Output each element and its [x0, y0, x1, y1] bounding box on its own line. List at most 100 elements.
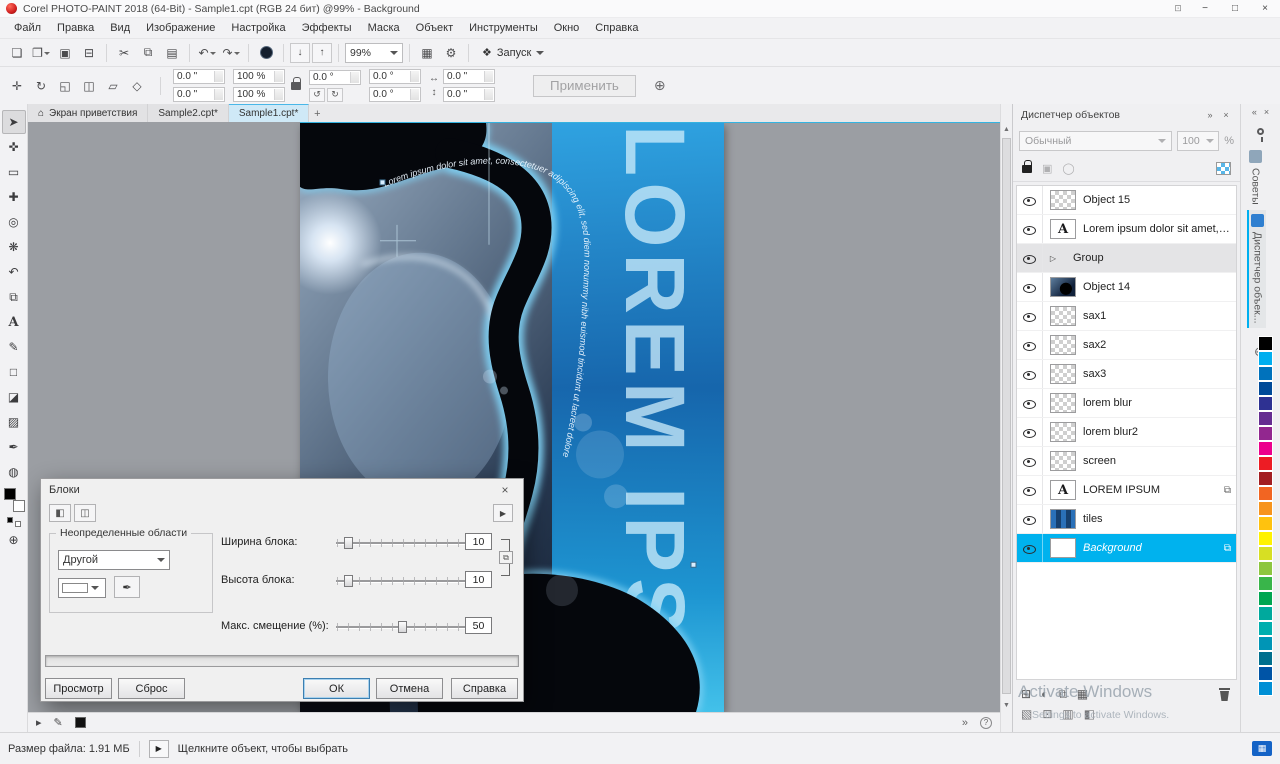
mask-overlay-icon[interactable] — [255, 42, 277, 64]
preview-dual-icon[interactable]: ◫ — [74, 504, 96, 522]
docker-tab-tips[interactable]: Советы — [1247, 146, 1264, 209]
menu-object[interactable]: Объект — [408, 20, 461, 36]
create-mask-icon[interactable]: ▧ — [1021, 707, 1032, 721]
visibility-eye-icon[interactable] — [1017, 331, 1043, 359]
offset-slider[interactable] — [336, 620, 469, 634]
undo-icon[interactable]: ↶ — [196, 42, 218, 64]
palette-color-swatch[interactable] — [1258, 681, 1273, 696]
palette-color-swatch[interactable] — [1258, 396, 1273, 411]
palette-color-swatch[interactable] — [1258, 336, 1273, 351]
opacity-spinner[interactable]: 100 — [1177, 131, 1219, 151]
palette-color-swatch[interactable] — [1258, 666, 1273, 681]
save-icon[interactable]: ▣ — [54, 42, 76, 64]
tab-welcome[interactable]: ⌂ Экран приветствия — [28, 104, 148, 122]
scale-height-spinner[interactable]: 100 % — [233, 87, 285, 102]
open-icon[interactable]: ❐ — [30, 42, 52, 64]
palette-color-swatch[interactable] — [1258, 471, 1273, 486]
object-row[interactable]: Object 15 — [1017, 186, 1236, 215]
menu-image[interactable]: Изображение — [138, 20, 223, 36]
object-row-group[interactable]: ▷ Group — [1017, 244, 1236, 273]
titlebar-pin-icon[interactable]: ⊡ — [1166, 0, 1190, 18]
menu-tools[interactable]: Инструменты — [461, 20, 546, 36]
palette-color-swatch[interactable] — [1258, 411, 1273, 426]
clip-mask-button-icon[interactable]: ⊡ — [1042, 707, 1052, 721]
height-input[interactable] — [465, 571, 492, 588]
duplicate-object-icon[interactable]: ⧉ — [1058, 687, 1067, 702]
close-button[interactable]: × — [1250, 0, 1280, 18]
rail-chevrons-icon[interactable]: « — [1252, 107, 1257, 117]
cut-icon[interactable]: ✂ — [113, 42, 135, 64]
help-button[interactable]: Справка — [451, 678, 518, 699]
mask-transform-tool[interactable]: ✜ — [2, 135, 26, 159]
transform-mirror-icon[interactable]: ◫ — [78, 75, 100, 97]
pencil-icon[interactable]: ✎ — [54, 716, 63, 729]
zoom-level-combobox[interactable]: 99% — [345, 43, 403, 63]
color-well[interactable] — [2, 488, 26, 516]
visibility-eye-icon[interactable] — [1017, 389, 1043, 417]
transform-perspective-icon[interactable]: ◇ — [126, 75, 148, 97]
rectangle-tool[interactable]: □ — [2, 360, 26, 384]
palette-color-swatch[interactable] — [1258, 591, 1273, 606]
menu-help[interactable]: Справка — [587, 20, 646, 36]
docker-tab-object-manager[interactable]: Диспетчер объек... — [1247, 210, 1266, 328]
menu-mask[interactable]: Маска — [360, 20, 408, 36]
menu-edit[interactable]: Правка — [49, 20, 102, 36]
undo-brush-tool[interactable]: ↶ — [2, 260, 26, 284]
dialog-titlebar[interactable]: Блоки × — [41, 479, 523, 501]
docker-collapse-icon[interactable]: » — [1202, 110, 1218, 120]
expand-triangle-icon[interactable]: ▷ — [1047, 254, 1059, 263]
visibility-eye-icon[interactable] — [1017, 360, 1043, 388]
menu-adjust[interactable]: Настройка — [223, 20, 293, 36]
blend-mode-select[interactable]: Обычный — [1019, 131, 1172, 151]
input-indicator-icon[interactable]: ▦ — [1252, 741, 1272, 756]
object-row[interactable]: screen — [1017, 447, 1236, 476]
tab-sample1[interactable]: Sample1.cpt* — [229, 104, 309, 122]
copy-icon[interactable]: ⧉ — [137, 42, 159, 64]
visibility-eye-icon[interactable] — [1017, 186, 1043, 214]
skew-v-spinner[interactable]: 0.0 ° — [369, 87, 421, 102]
gear-icon[interactable]: ⚙ — [440, 42, 462, 64]
lock-transparency-icon[interactable] — [1022, 165, 1032, 173]
new-lens-icon[interactable]: ◐ — [1041, 687, 1048, 701]
palette-color-swatch[interactable] — [1258, 531, 1273, 546]
fill-tool[interactable]: ◍ — [2, 460, 26, 484]
zoom-tool[interactable]: ◎ — [2, 210, 26, 234]
visibility-eye-icon[interactable] — [1017, 505, 1043, 533]
palette-color-swatch[interactable] — [1258, 366, 1273, 381]
size-height-spinner[interactable]: 0.0 " — [443, 87, 495, 102]
pin-icon[interactable] — [1257, 128, 1264, 135]
interactive-fill-tool[interactable]: ⊕ — [2, 528, 26, 552]
visibility-eye-icon[interactable] — [1017, 273, 1043, 301]
paste-icon[interactable]: ▤ — [161, 42, 183, 64]
canvas[interactable]: LOREM IPSUM — [28, 122, 1000, 712]
alpha-icon[interactable]: ◧ — [1084, 707, 1095, 721]
link-toggle-icon[interactable]: ⧉ — [499, 551, 513, 564]
scroll-up-icon[interactable]: ▲ — [1001, 122, 1012, 136]
palette-color-swatch[interactable] — [1258, 606, 1273, 621]
object-row[interactable]: lorem blur2 — [1017, 418, 1236, 447]
palette-color-swatch[interactable] — [1258, 546, 1273, 561]
apply-button[interactable]: Применить — [533, 75, 636, 97]
menu-view[interactable]: Вид — [102, 20, 138, 36]
ok-button[interactable]: ОК — [303, 678, 370, 699]
visibility-eye-icon[interactable] — [1017, 534, 1043, 562]
new-tab-icon[interactable]: + — [309, 106, 325, 122]
palette-color-swatch[interactable] — [1258, 651, 1273, 666]
thumbnail-options-icon[interactable]: ▣ — [1042, 162, 1052, 175]
palette-color-swatch[interactable] — [1258, 381, 1273, 396]
new-document-icon[interactable]: ❏ — [6, 42, 28, 64]
current-color-swatch[interactable] — [75, 717, 86, 728]
palette-color-swatch[interactable] — [1258, 516, 1273, 531]
slider-thumb[interactable] — [398, 621, 407, 633]
image-sprayer-tool[interactable]: ❋ — [2, 235, 26, 259]
print-icon[interactable]: ⊟ — [78, 42, 100, 64]
object-row[interactable]: lorem blur — [1017, 389, 1236, 418]
channels-icon[interactable]: ▥ — [1062, 707, 1073, 721]
export-icon[interactable]: ↑ — [312, 43, 332, 63]
undefined-areas-select[interactable]: Другой — [58, 550, 170, 570]
rotation-angle-spinner[interactable]: 0.0 ° — [309, 70, 361, 85]
menu-effects[interactable]: Эффекты — [294, 20, 360, 36]
tab-sample2[interactable]: Sample2.cpt* — [148, 104, 228, 122]
width-slider[interactable] — [336, 536, 469, 550]
redo-icon[interactable]: ↷ — [220, 42, 242, 64]
